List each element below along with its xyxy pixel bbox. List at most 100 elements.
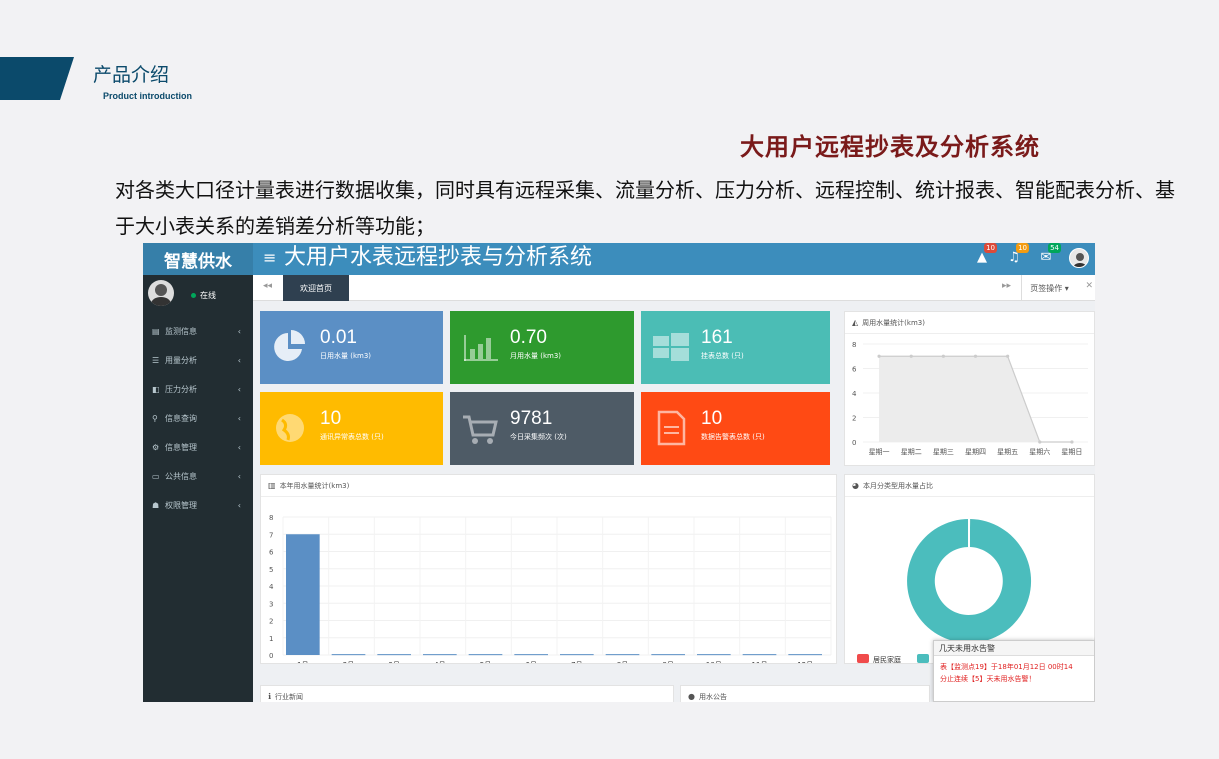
alarm-message-line: 表【监测点19】于18年01月12日 00时14 xyxy=(940,663,1073,671)
y-tick-label: 6 xyxy=(269,549,274,557)
industry-news-panel: ℹ 行业新闻 xyxy=(260,685,674,702)
product-intro: 对各类大口径计量表进行数据收集，同时具有远程采集、流量分析、压力分析、远程控制、… xyxy=(115,178,1175,238)
stat-label: 通讯异常表总数 (只) xyxy=(320,433,384,441)
chevron-left-icon: ‹ xyxy=(237,414,241,423)
alarm-popup[interactable]: 几天未用水告警 表【监测点19】于18年01月12日 00时14 分止连续【5】… xyxy=(933,640,1095,702)
alarm-message-line: 分止连续【5】天未用水告警！ xyxy=(940,675,1036,683)
y-tick-label: 0 xyxy=(852,439,856,447)
bulletin-icon: ▭ xyxy=(152,472,160,481)
tab-operations-dropdown[interactable]: 页签操作 ▾ xyxy=(1021,275,1077,301)
gear-icon: ⚙ xyxy=(152,443,160,452)
y-tick-label: 8 xyxy=(269,514,273,522)
user-panel: 在线 xyxy=(143,275,253,317)
panel-header: ℹ 行业新闻 xyxy=(261,686,673,702)
panel-title: 本月分类型用水量占比 xyxy=(862,481,933,490)
stat-comm-errors[interactable]: 10 通讯异常表总数 (只) xyxy=(260,392,443,465)
y-tick-label: 8 xyxy=(852,341,856,349)
brand-logo[interactable]: 智慧供水 xyxy=(143,243,253,275)
bar xyxy=(377,654,411,656)
chevron-left-icon: ‹ xyxy=(237,443,241,452)
sidebar-item-label: 压力分析 xyxy=(165,385,197,394)
alerts-badge: 10 xyxy=(984,243,997,253)
x-tick-label: 4月 xyxy=(434,661,445,663)
tab-scroll-right-icon[interactable]: ▸▸ xyxy=(1002,281,1011,291)
y-tick-label: 4 xyxy=(852,390,857,398)
yearly-usage-chart: 0 1 2 3 4 5 6 7 8 1月 2月 3月 4月 5月 6月 7月 8月 8月 10月 11月 12月 xyxy=(269,514,832,669)
navbar-icons: ▲ 10 ♫ 10 ✉ 54 xyxy=(973,243,1089,268)
panel-header: ◭ 周用水量统计(km3) xyxy=(845,312,1094,334)
legend-label: 居民家庭 xyxy=(873,655,901,663)
data-point xyxy=(1070,440,1074,444)
y-tick-label: 2 xyxy=(852,415,856,423)
stat-monthly-usage[interactable]: 0.70 月用水量 (km3) xyxy=(450,311,634,384)
online-status-label: 在线 xyxy=(200,291,216,300)
x-tick-label: 星期五 xyxy=(997,448,1018,456)
y-tick-label: 6 xyxy=(852,366,857,374)
weekly-usage-panel: ◭ 周用水量统计(km3) 0 2 4 6 8 星期一 星期二 星期三 星期四 星期五 星期六 星期日 xyxy=(844,311,1095,466)
stat-label: 日用水量 (km3) xyxy=(320,352,372,360)
sidebar-item-label: 信息管理 xyxy=(165,443,197,452)
stat-daily-usage[interactable]: 0.01 日用水量 (km3) xyxy=(260,311,443,384)
sidebar-item-permissions[interactable]: ☗ 权限管理 ‹ xyxy=(143,491,253,520)
alarm-popup-title: 几天未用水告警 xyxy=(934,641,1094,656)
envelope-icon[interactable]: ✉ 54 xyxy=(1037,243,1061,268)
slide-title: 产品介绍 xyxy=(93,64,170,86)
x-tick-label: 星期日 xyxy=(1061,448,1082,456)
bar xyxy=(651,654,685,656)
chevron-left-icon: ‹ xyxy=(237,501,241,510)
stat-label: 挂表总数 (只) xyxy=(701,352,744,360)
tab-welcome[interactable]: 欢迎首页 xyxy=(283,275,349,301)
x-tick-label: 8月 xyxy=(662,661,673,663)
sidebar-item-query[interactable]: ⚲ 信息查询 ‹ xyxy=(143,404,253,433)
x-tick-label: 星期三 xyxy=(933,448,954,456)
warning-icon[interactable]: ▲ 10 xyxy=(973,243,997,268)
bar xyxy=(423,654,457,656)
area-chart-icon: ◭ xyxy=(852,318,859,327)
stat-label: 月用水量 (km3) xyxy=(510,352,562,360)
x-tick-label: 2月 xyxy=(343,661,354,663)
tab-scroll-left-icon[interactable]: ◂◂ xyxy=(263,281,272,291)
x-tick-label: 8月 xyxy=(617,661,628,663)
sidebar-item-public[interactable]: ▭ 公共信息 ‹ xyxy=(143,462,253,491)
chevron-left-icon: ‹ xyxy=(237,356,241,365)
search-icon: ⚲ xyxy=(152,414,158,423)
sidebar-item-pressure[interactable]: ◧ 压力分析 ‹ xyxy=(143,375,253,404)
x-tick-label: 10月 xyxy=(706,661,722,663)
bell-icon[interactable]: ♫ 10 xyxy=(1005,243,1029,268)
notifications-badge: 10 xyxy=(1016,243,1029,253)
y-tick-label: 7 xyxy=(269,531,273,539)
x-tick-label: 6月 xyxy=(525,661,536,663)
sidebar-item-management[interactable]: ⚙ 信息管理 ‹ xyxy=(143,433,253,462)
sidebar-item-monitor[interactable]: ▤ 监测信息 ‹ xyxy=(143,317,253,346)
bar xyxy=(468,654,503,656)
bar xyxy=(514,654,548,656)
top-navbar: 智慧供水 ≡ 大用户水表远程抄表与分析系统 ▲ 10 ♫ 10 ✉ 54 xyxy=(143,243,1095,275)
panel-header: ● 用水公告 xyxy=(681,686,929,702)
pie-chart-icon xyxy=(274,330,305,361)
stat-collection-frequency[interactable]: 9781 今日采集频次 (次) xyxy=(450,392,634,465)
y-tick-label: 3 xyxy=(269,600,273,608)
sidebar-item-usage[interactable]: ☰ 用量分析 ‹ xyxy=(143,346,253,375)
bar xyxy=(742,654,777,656)
x-tick-label: 星期二 xyxy=(901,448,922,456)
close-icon[interactable]: ✕ xyxy=(1085,281,1093,291)
category-share-panel: ◕ 本月分类型用水量占比 居民家庭 xyxy=(844,474,1095,664)
sidebar-item-label: 用量分析 xyxy=(165,356,197,365)
water-notice-panel: ● 用水公告 xyxy=(680,685,930,702)
menu-toggle-icon[interactable]: ≡ xyxy=(263,248,276,267)
pie-chart-icon: ◕ xyxy=(852,481,859,490)
online-status-icon xyxy=(191,293,196,298)
stat-meter-count[interactable]: 161 挂表总数 (只) xyxy=(641,311,830,384)
globe-icon xyxy=(276,414,304,442)
user-avatar[interactable] xyxy=(1069,248,1089,268)
title-accent-bar xyxy=(0,57,60,100)
stat-value: 0.01 xyxy=(320,327,357,348)
bar xyxy=(286,534,320,655)
bar xyxy=(605,654,640,656)
stat-data-alarms[interactable]: 10 数据告警表总数 (只) xyxy=(641,392,830,465)
sidebar-avatar xyxy=(148,280,174,306)
sidebar-item-label: 监测信息 xyxy=(165,327,197,336)
data-point xyxy=(877,354,881,358)
title-accent-slant xyxy=(60,57,74,100)
stat-label: 今日采集频次 (次) xyxy=(510,433,567,441)
